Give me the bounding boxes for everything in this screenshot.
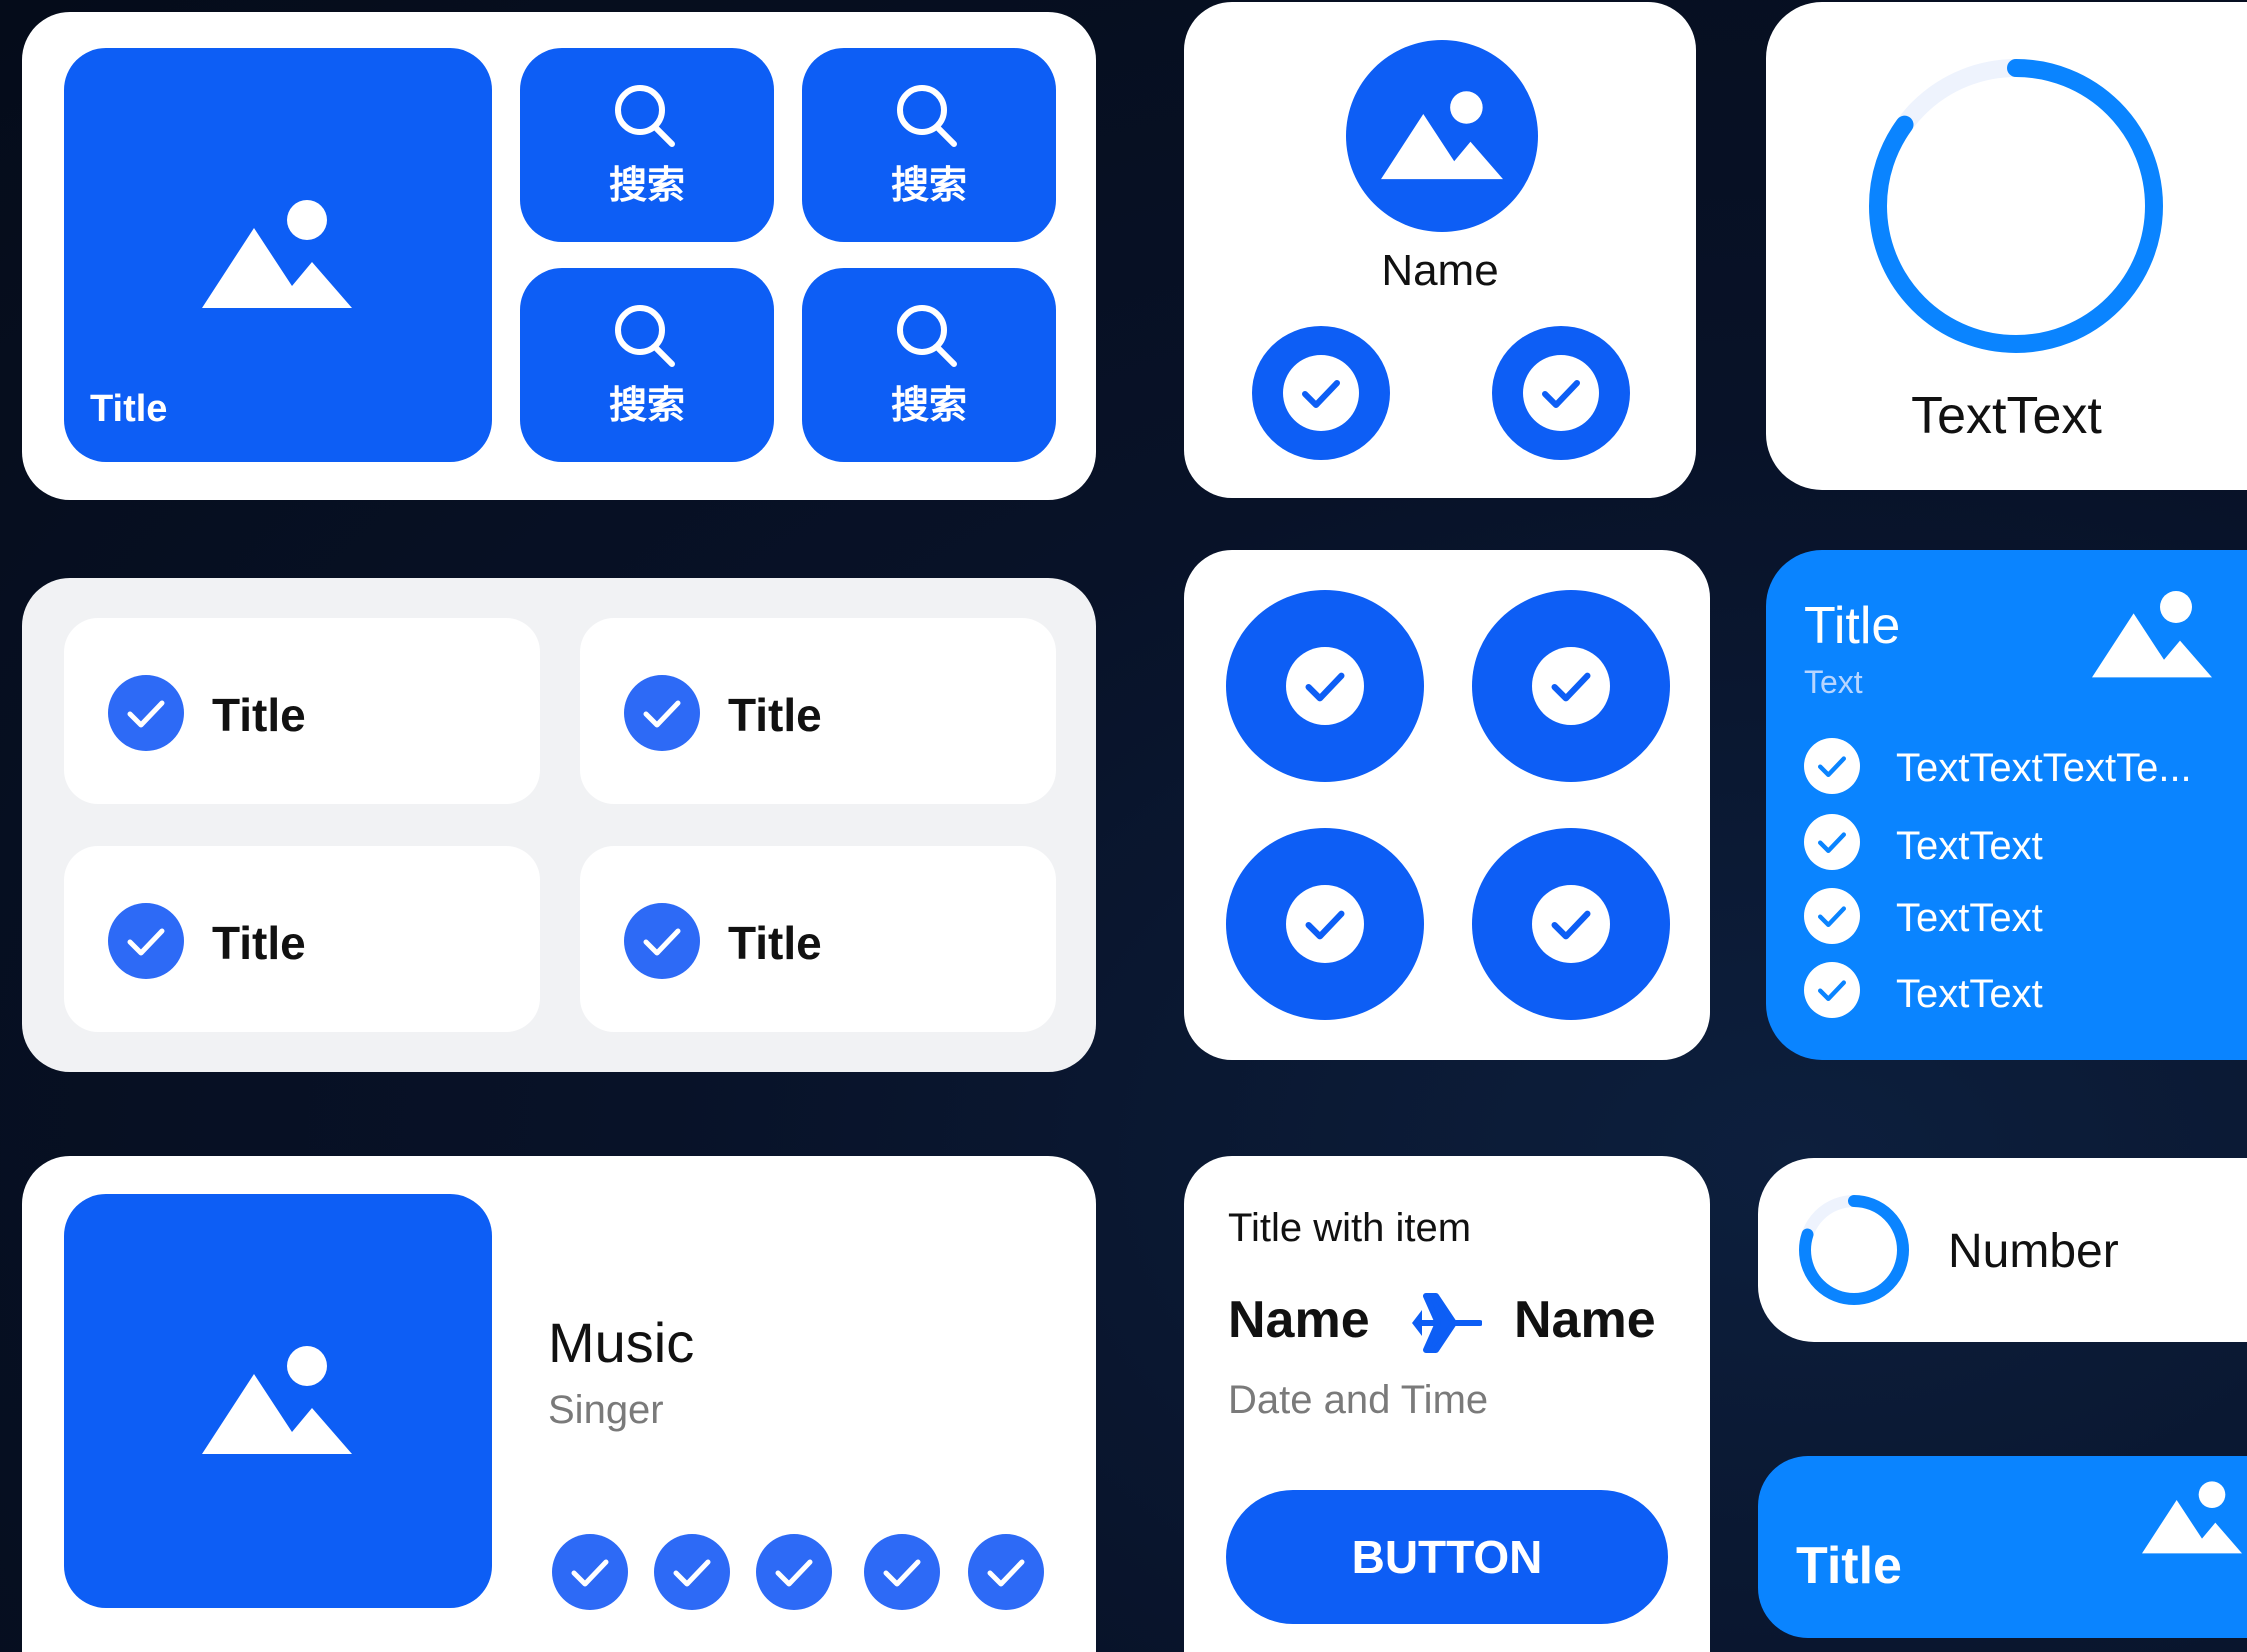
check-item-label: Title — [728, 689, 822, 741]
search-button-label: 搜索 — [890, 384, 967, 427]
search-icon — [897, 84, 957, 147]
music-control-2[interactable] — [654, 1534, 730, 1610]
checklist-item-4[interactable]: TextText — [1804, 960, 2244, 1020]
check-icon — [1286, 647, 1364, 725]
check-item-1[interactable]: Title — [64, 618, 540, 804]
check-icon — [1804, 888, 1860, 944]
circle-button-3[interactable] — [1226, 828, 1424, 1020]
check-item-label: Title — [212, 917, 306, 969]
number-widget: Number — [1758, 1158, 2247, 1342]
check-icon — [1532, 647, 1610, 725]
progress-ring-widget: TextText — [1766, 2, 2247, 490]
checklist-item-3[interactable]: TextText — [1804, 886, 2244, 946]
number-progress-ring — [1799, 1195, 1909, 1305]
check-icon — [1804, 738, 1860, 794]
airplane-icon — [1412, 1293, 1482, 1353]
check-item-label: Title — [212, 689, 306, 741]
music-artist: Singer — [548, 1388, 664, 1432]
flight-to: Name — [1514, 1291, 1656, 1349]
check-item-3[interactable]: Title — [64, 846, 540, 1032]
check-icon — [654, 1534, 730, 1610]
image-icon — [202, 200, 352, 308]
album-art[interactable] — [64, 1194, 492, 1608]
music-control-5[interactable] — [968, 1534, 1044, 1610]
check-icon — [968, 1534, 1044, 1610]
profile-widget: Name — [1184, 2, 1696, 498]
photo-title: Title — [90, 388, 168, 430]
title-widget-title: Title — [1796, 1537, 1902, 1595]
flight-from: Name — [1228, 1291, 1370, 1349]
circle-button-2[interactable] — [1472, 590, 1670, 782]
progress-label: TextText — [1911, 387, 2102, 445]
checklist-title: Title — [1804, 597, 1901, 655]
music-title: Music — [548, 1311, 695, 1374]
check-icon — [1286, 885, 1364, 963]
check-item-label: Title — [728, 917, 822, 969]
photo-tile[interactable]: Title — [64, 48, 492, 462]
search-button-3[interactable]: 搜索 — [520, 268, 774, 462]
flight-datetime: Date and Time — [1228, 1378, 1489, 1422]
profile-action-button-2[interactable] — [1492, 326, 1630, 460]
search-button-label: 搜索 — [608, 384, 685, 427]
primary-button-label: BUTTON — [1351, 1531, 1543, 1583]
music-widget: Music Singer — [22, 1156, 1096, 1652]
check-icon — [624, 903, 700, 979]
search-icon — [897, 304, 957, 367]
flight-title: Title with item — [1228, 1206, 1472, 1250]
image-icon — [202, 1346, 352, 1454]
check-icon — [108, 903, 184, 979]
search-button-label: 搜索 — [608, 164, 685, 207]
check-icon — [1283, 355, 1359, 431]
check-icon — [624, 675, 700, 751]
search-button-label: 搜索 — [890, 164, 967, 207]
search-button-2[interactable]: 搜索 — [802, 48, 1056, 242]
circle-button-1[interactable] — [1226, 590, 1424, 782]
flight-widget: Title with item Name Name Date and Time … — [1184, 1156, 1710, 1652]
checklist-widget: Title Text TextTextTextTe... TextText Te… — [1766, 550, 2247, 1060]
check-item-2[interactable]: Title — [580, 618, 1056, 804]
circle-button-4[interactable] — [1472, 828, 1670, 1020]
check-icon — [864, 1534, 940, 1610]
image-icon — [2092, 591, 2212, 678]
search-button-4[interactable]: 搜索 — [802, 268, 1056, 462]
search-icon — [615, 84, 675, 147]
quick-search-widget: Title 搜索 搜索 搜索 搜索 — [22, 12, 1096, 500]
checklist-item-label: TextText — [1896, 824, 2043, 868]
profile-name: Name — [1381, 246, 1499, 295]
check-icon — [756, 1534, 832, 1610]
search-icon — [615, 304, 675, 367]
music-control-1[interactable] — [552, 1534, 628, 1610]
profile-action-button-1[interactable] — [1252, 326, 1390, 460]
check-icon — [108, 675, 184, 751]
title-widget[interactable]: Title — [1758, 1456, 2247, 1638]
check-icon — [1804, 962, 1860, 1018]
checklist-item-label: TextText — [1896, 896, 2043, 940]
check-icon — [552, 1534, 628, 1610]
check-icon — [1804, 814, 1860, 870]
check-icon — [1532, 885, 1610, 963]
checklist-item-1[interactable]: TextTextTextTe... — [1804, 736, 2244, 796]
progress-ring — [1869, 59, 2163, 353]
checklist-item-label: TextTextTextTe... — [1896, 746, 2192, 790]
check-item-4[interactable]: Title — [580, 846, 1056, 1032]
number-label: Number — [1948, 1225, 2119, 1278]
checklist-subtitle: Text — [1804, 664, 1863, 700]
music-control-4[interactable] — [864, 1534, 940, 1610]
search-button-1[interactable]: 搜索 — [520, 48, 774, 242]
primary-button[interactable]: BUTTON — [1226, 1490, 1668, 1624]
checklist-item-label: TextText — [1896, 972, 2043, 1016]
image-icon — [2142, 1481, 2242, 1554]
music-control-3[interactable] — [756, 1534, 832, 1610]
checklist-item-2[interactable]: TextText — [1804, 812, 2244, 872]
check-icon — [1523, 355, 1599, 431]
circle-button-grid-widget — [1184, 550, 1710, 1060]
check-grid-widget: Title Title Title Title — [22, 578, 1096, 1072]
image-icon — [1381, 91, 1503, 180]
avatar[interactable] — [1346, 40, 1538, 232]
